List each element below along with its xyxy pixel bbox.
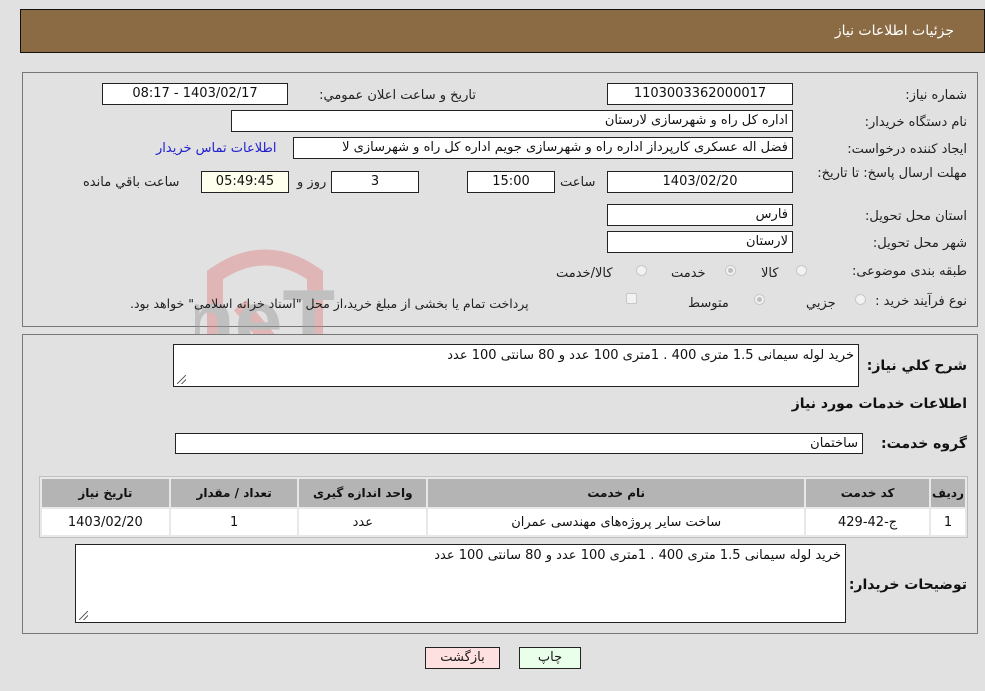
city-label: شهر محل تحویل:	[872, 236, 967, 251]
remaining-label: ساعت باقي مانده	[83, 175, 180, 190]
days-label: روز و	[297, 175, 327, 190]
description-textarea[interactable]: خرید لوله سیمانی 1.5 متری 400 . 1متری 10…	[173, 344, 859, 387]
announce-datetime-label: تاریخ و ساعت اعلان عمومي:	[319, 88, 476, 103]
resize-handle-icon[interactable]	[79, 611, 88, 620]
need-number-field: 1103003362000017	[607, 83, 793, 105]
cell-service-code: ج-42-429	[806, 509, 929, 535]
buyer-org-label: نام دستگاه خریدار:	[864, 115, 967, 130]
table-row: 1 ج-42-429 ساخت سایر پروژه‌های مهندسی عم…	[42, 509, 965, 535]
col-row-number: ردیف	[930, 479, 965, 507]
province-label: استان محل تحویل:	[865, 209, 967, 224]
category-radio-service[interactable]	[725, 265, 736, 276]
deadline-time-field: 15:00	[467, 171, 555, 193]
category-option-service: خدمت	[671, 266, 706, 281]
treasury-checkbox[interactable]	[626, 293, 637, 304]
description-label: شرح کلي نیاز:	[866, 358, 967, 374]
col-quantity: تعداد / مقدار	[170, 479, 298, 507]
need-number-label: شماره نیاز:	[905, 88, 967, 103]
resize-handle-icon[interactable]	[177, 375, 186, 384]
category-radio-goods[interactable]	[796, 265, 807, 276]
purchase-type-label: نوع فرآیند خرید :	[875, 294, 967, 309]
category-label: طبقه بندی موضوعی:	[851, 264, 967, 279]
announce-datetime-field: 1403/02/17 - 08:17	[102, 83, 288, 105]
remaining-days-field: 3	[331, 171, 419, 193]
province-field: فارس	[607, 204, 793, 226]
category-option-goods: کالا	[761, 266, 779, 281]
description-text: خرید لوله سیمانی 1.5 متری 400 . 1متری 10…	[447, 348, 854, 363]
cell-service-name: ساخت سایر پروژه‌های مهندسی عمران	[428, 509, 805, 535]
remaining-time-field: 05:49:45	[201, 171, 289, 193]
treasury-note: پرداخت تمام یا بخشی از مبلغ خرید،از محل …	[130, 296, 529, 311]
purchase-option-medium: متوسط	[688, 296, 729, 311]
services-table: ردیف کد خدمت نام خدمت واحد اندازه گیری ت…	[39, 476, 968, 538]
city-field: لارستان	[607, 231, 793, 253]
buyer-contact-link[interactable]: اطلاعات تماس خریدار	[156, 141, 276, 156]
requester-label: ایجاد کننده درخواست:	[847, 142, 967, 157]
col-need-date: تاریخ نیاز	[42, 479, 169, 507]
page-header: جزئیات اطلاعات نیاز	[20, 9, 985, 53]
buyer-notes-text: خرید لوله سیمانی 1.5 متری 400 . 1متری 10…	[434, 548, 841, 563]
services-heading: اطلاعات خدمات مورد نیاز	[791, 396, 967, 412]
table-header-row: ردیف کد خدمت نام خدمت واحد اندازه گیری ت…	[42, 479, 965, 507]
buyer-org-field: اداره کل راه و شهرسازی لارستان	[231, 110, 793, 132]
purchase-radio-minor[interactable]	[855, 294, 866, 305]
category-radio-goods-service[interactable]	[636, 265, 647, 276]
page-title: جزئیات اطلاعات نیاز	[834, 23, 954, 39]
col-service-code: کد خدمت	[806, 479, 929, 507]
cell-need-date: 1403/02/20	[42, 509, 169, 535]
deadline-label: مهلت ارسال پاسخ: تا تاریخ:	[817, 166, 967, 181]
deadline-date-field: 1403/02/20	[607, 171, 793, 193]
purchase-option-minor: جزيي	[806, 296, 836, 311]
cell-row-number: 1	[930, 509, 965, 535]
requester-field: فضل اله عسکری کارپرداز اداره راه و شهرسا…	[293, 137, 793, 159]
buyer-notes-textarea[interactable]: خرید لوله سیمانی 1.5 متری 400 . 1متری 10…	[75, 544, 846, 623]
buyer-notes-label: توضیحات خریدار:	[848, 577, 967, 593]
cell-quantity: 1	[170, 509, 298, 535]
print-button[interactable]: چاپ	[519, 647, 581, 669]
back-button[interactable]: بازگشت	[425, 647, 500, 669]
service-group-field: ساختمان	[175, 433, 863, 454]
col-service-name: نام خدمت	[428, 479, 805, 507]
service-group-label: گروه خدمت:	[881, 436, 967, 452]
category-option-goods-service: کالا/خدمت	[556, 266, 613, 281]
cell-unit: عدد	[299, 509, 427, 535]
deadline-time-label: ساعت	[560, 175, 596, 190]
col-unit: واحد اندازه گیری	[299, 479, 427, 507]
purchase-radio-medium[interactable]	[754, 294, 765, 305]
